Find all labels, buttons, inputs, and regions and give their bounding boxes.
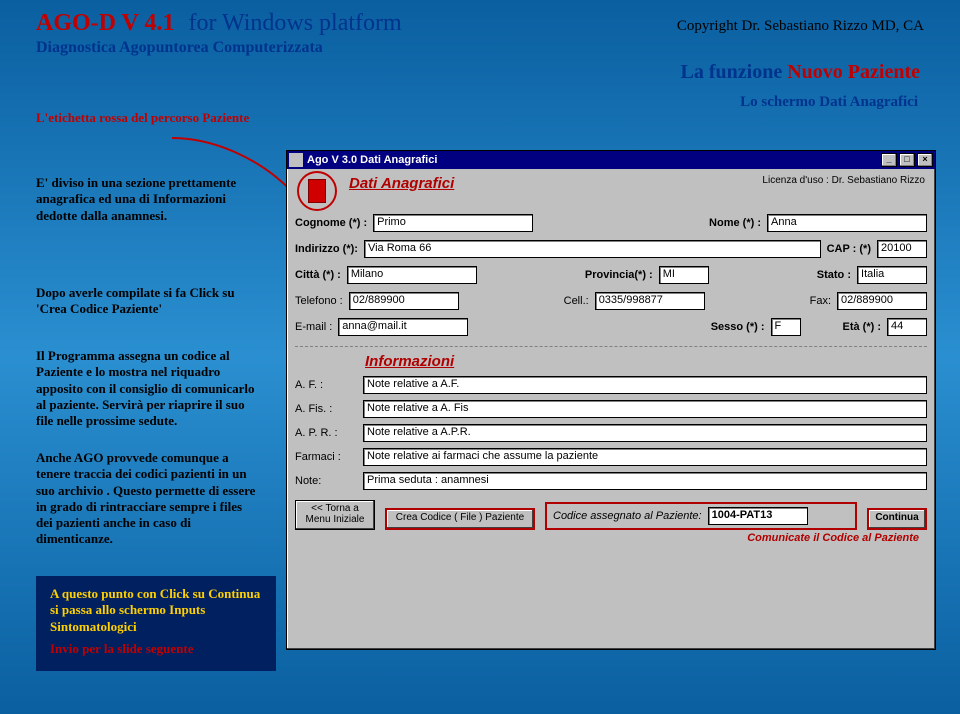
label-note: Note: [295,475,355,487]
side-note-continua-box: A questo punto con Click su Continua si … [36,576,276,671]
maximize-button[interactable]: □ [899,153,915,167]
label-eta: Età (*) : [843,321,882,333]
side-note-invio: Invio per la slide seguente [50,641,262,657]
label-telefono: Telefono : [295,295,343,307]
input-farmaci[interactable]: Note relative ai farmaci che assume la p… [363,448,927,466]
close-button[interactable]: × [917,153,933,167]
app-window: Ago V 3.0 Dati Anagrafici _ □ × Dati Ana… [286,150,936,650]
side-note-continua: A questo punto con Click su Continua si … [50,586,262,635]
input-indirizzo[interactable]: Via Roma 66 [364,240,821,258]
red-label-highlight [297,171,337,211]
func-red: Nuovo Paziente [787,61,920,83]
label-cognome: Cognome (*) : [295,217,367,229]
window-title: Ago V 3.0 Dati Anagrafici [307,154,437,166]
crea-codice-button[interactable]: Crea Codice ( File ) Paziente [385,508,535,530]
back-button[interactable]: << Torna a Menu Iniziale [295,500,375,530]
slide-header: AGO-D V 4.1 for Windows platform Copyrig… [0,0,960,57]
label-af: A. F. : [295,379,355,391]
input-fax[interactable]: 02/889900 [837,292,927,310]
input-stato[interactable]: Italia [857,266,927,284]
label-stato: Stato : [817,269,851,281]
label-nome: Nome (*) : [709,217,761,229]
input-citta[interactable]: Milano [347,266,477,284]
lo-schermo-label: Lo schermo Dati Anagrafici [0,94,918,111]
label-citta: Città (*) : [295,269,341,281]
section-divider [295,346,927,347]
title-blue: for Windows platform [188,10,401,37]
func-prefix: La funzione [681,61,788,83]
subtitle: Diagnostica Agopuntorea Computerizzata [36,39,924,57]
label-fax: Fax: [810,295,831,307]
input-note[interactable]: Prima seduta : anamnesi [363,472,927,490]
window-titlebar[interactable]: Ago V 3.0 Dati Anagrafici _ □ × [287,151,935,169]
side-note-crea: Dopo averle compilate si fa Click su 'Cr… [36,285,256,318]
side-note-archivio: Anche AGO provvede comunque a tenere tra… [36,450,256,548]
label-provincia: Provincia(*) : [585,269,653,281]
label-afis: A. Fis. : [295,403,355,415]
input-cognome[interactable]: Primo [373,214,533,232]
section-informazioni: Informazioni [365,353,927,370]
function-line: La funzione Nuovo Paziente [0,61,920,84]
input-nome[interactable]: Anna [767,214,927,232]
input-af[interactable]: Note relative a A.F. [363,376,927,394]
minimize-button[interactable]: _ [881,153,897,167]
input-sesso[interactable]: F [771,318,801,336]
input-email[interactable]: anna@mail.it [338,318,468,336]
label-cap: CAP : (*) [827,243,871,255]
label-codice-assegnato: Codice assegnato al Paziente: [553,510,702,522]
label-farmaci: Farmaci : [295,451,355,463]
license-line: Licenza d'uso : Dr. Sebastiano Rizzo [762,175,925,186]
value-codice-assegnato: 1004-PAT13 [708,507,808,525]
pointer-line [170,136,300,206]
title-red: AGO-D V 4.1 [36,10,174,37]
continua-button[interactable]: Continua [867,508,927,530]
side-note-etichetta: L'etichetta rossa del percorso Paziente [36,110,256,126]
input-provincia[interactable]: MI [659,266,709,284]
label-email: E-mail : [295,321,332,333]
app-icon [289,153,303,167]
input-telefono[interactable]: 02/889900 [349,292,459,310]
communicate-codice-text: Comunicate il Codice al Paziente [295,532,919,544]
label-indirizzo: Indirizzo (*): [295,243,358,255]
input-apr[interactable]: Note relative a A.P.R. [363,424,927,442]
input-cap[interactable]: 20100 [877,240,927,258]
patient-path-red-label [308,179,326,203]
codice-assigned-box: Codice assegnato al Paziente: 1004-PAT13 [545,502,857,530]
input-eta[interactable]: 44 [887,318,927,336]
copyright-text: Copyright Dr. Sebastiano Rizzo MD, CA [677,18,924,35]
input-afis[interactable]: Note relative a A. Fis [363,400,927,418]
label-sesso: Sesso (*) : [711,321,765,333]
input-cell[interactable]: 0335/998877 [595,292,705,310]
label-apr: A. P. R. : [295,427,355,439]
label-cell: Cell.: [564,295,589,307]
side-note-codice: Il Programma assegna un codice al Pazien… [36,348,256,429]
